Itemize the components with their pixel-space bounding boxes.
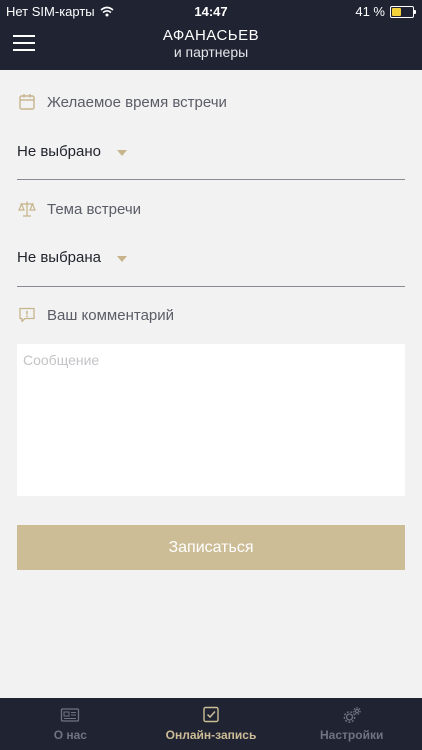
time-section-label: Желаемое время встречи	[18, 93, 227, 111]
comment-label: Ваш комментарий	[47, 306, 175, 324]
message-textarea[interactable]	[17, 344, 405, 496]
tab-online-booking-label: Онлайн-запись	[165, 728, 257, 742]
topic-select[interactable]: Не выбрана	[17, 249, 127, 266]
topic-label: Тема встречи	[47, 200, 142, 218]
divider	[17, 179, 405, 180]
comment-section-label: Ваш комментарий	[18, 306, 174, 324]
time-select[interactable]: Не выбрано	[17, 143, 127, 160]
tab-bar: О нас Онлайн-запись Настройки	[0, 698, 422, 750]
submit-button[interactable]: Записаться	[17, 525, 405, 570]
tab-settings-label: Настройки	[320, 728, 384, 742]
checkbox-icon	[203, 706, 219, 723]
divider	[17, 286, 405, 287]
gears-icon	[343, 707, 361, 723]
battery-icon	[390, 5, 416, 18]
time-label: Желаемое время встречи	[47, 93, 227, 111]
chevron-down-icon	[117, 149, 127, 156]
brand-title-line1: АФАНАСЬЕВ	[162, 27, 260, 44]
newspaper-icon	[61, 708, 80, 722]
battery-info: 41 %	[355, 4, 416, 19]
time-value: Не выбрано	[17, 143, 101, 160]
chevron-down-icon	[117, 255, 127, 262]
topic-section-label: Тема встречи	[18, 200, 141, 218]
scales-icon	[18, 201, 36, 217]
tab-about[interactable]: О нас	[0, 698, 141, 750]
brand-title-line2: и партнеры	[173, 44, 249, 60]
tab-online-booking[interactable]: Онлайн-запись	[141, 698, 282, 750]
battery-percent: 41 %	[355, 4, 385, 19]
brand-title: АФАНАСЬЕВ и партнеры	[0, 27, 422, 61]
tab-about-label: О нас	[53, 728, 87, 742]
comment-icon	[19, 307, 35, 323]
tab-settings[interactable]: Настройки	[281, 698, 422, 750]
status-bar: Нет SIM-карты 14:47 41 %	[0, 0, 422, 22]
topic-value: Не выбрана	[17, 249, 101, 266]
app-header: Нет SIM-карты 14:47 41 % АФАНАСЬЕВ и пар…	[0, 0, 422, 70]
calendar-icon	[19, 94, 35, 110]
